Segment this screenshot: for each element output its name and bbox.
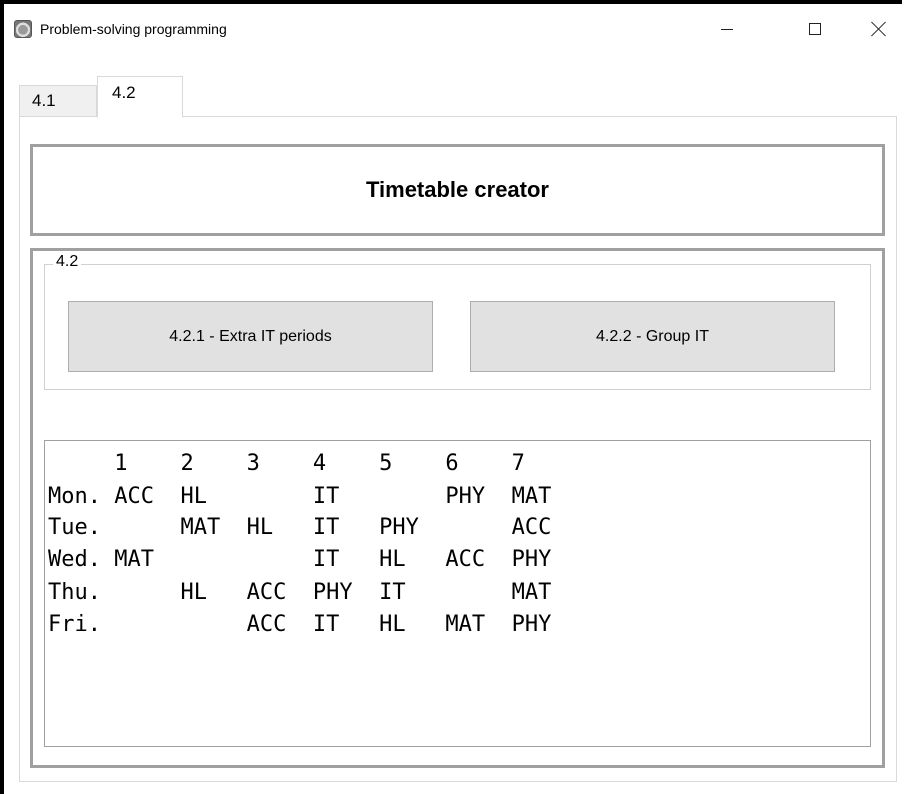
- timetable-row-fri: Fri. ACC IT HL MAT PHY: [48, 612, 552, 637]
- timetable-row-thu: Thu. HL ACC PHY IT MAT: [48, 580, 552, 605]
- maximize-button[interactable]: [792, 12, 838, 46]
- maximize-icon: [809, 23, 821, 35]
- group-it-button[interactable]: 4.2.2 - Group IT: [470, 301, 835, 372]
- timetable-header-row: 1 2 3 4 5 6 7: [48, 451, 525, 476]
- timetable-row-mon: Mon. ACC HL IT PHY MAT: [48, 484, 552, 509]
- timetable-row-tue: Tue. MAT HL IT PHY ACC: [48, 515, 552, 540]
- groupbox-legend: 4.2: [53, 253, 82, 271]
- timetable-row-wed: Wed. MAT IT HL ACC PHY: [48, 547, 552, 572]
- header-panel: Timetable creator: [30, 144, 885, 236]
- extra-it-periods-button[interactable]: 4.2.1 - Extra IT periods: [68, 301, 433, 372]
- close-button[interactable]: [856, 12, 902, 46]
- window-title: Problem-solving programming: [40, 21, 227, 37]
- tab-4-2[interactable]: 4.2: [97, 76, 183, 118]
- minimize-button[interactable]: [704, 12, 750, 46]
- app-icon: [14, 20, 32, 38]
- tab-4-1[interactable]: 4.1: [19, 85, 97, 116]
- title-bar[interactable]: Problem-solving programming: [4, 4, 902, 54]
- minimize-icon: [721, 28, 733, 30]
- page-title: Timetable creator: [365, 177, 549, 202]
- close-icon: [871, 21, 887, 37]
